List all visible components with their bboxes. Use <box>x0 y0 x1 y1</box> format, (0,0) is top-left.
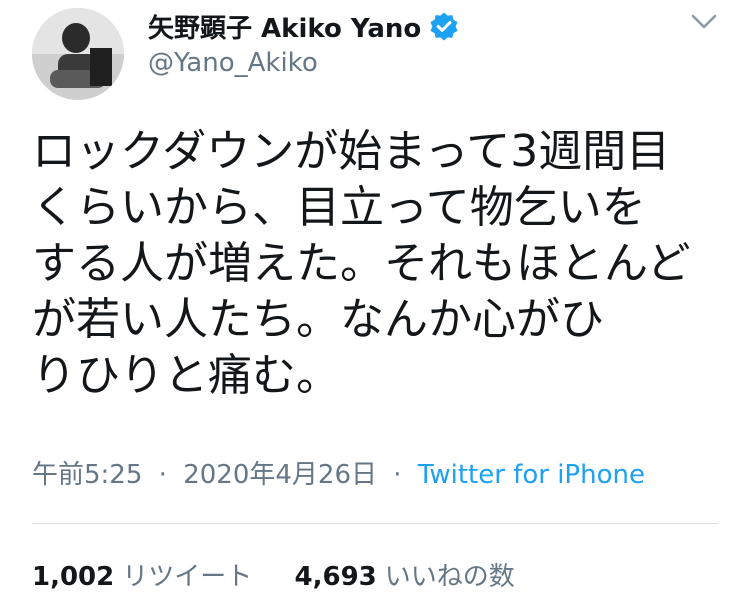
avatar[interactable] <box>32 8 124 100</box>
likes-stat[interactable]: 4,693 いいねの数 <box>295 556 515 593</box>
user-handle[interactable]: @Yano_Akiko <box>148 48 318 78</box>
display-name[interactable]: 矢野顕子 Akiko Yano <box>148 8 421 45</box>
retweets-count: 1,002 <box>32 562 115 592</box>
retweets-label: リツイート <box>122 562 253 592</box>
likes-label: いいねの数 <box>384 562 515 592</box>
tweet-time[interactable]: 午前5:25 <box>32 460 142 490</box>
retweets-stat[interactable]: 1,002 リツイート <box>32 556 252 593</box>
avatar-photo <box>32 8 124 100</box>
chevron-down-icon[interactable] <box>690 12 718 32</box>
tweet-date[interactable]: 2020年4月26日 <box>183 460 377 490</box>
verified-badge-icon <box>430 12 458 41</box>
meta-separator: · <box>158 460 167 490</box>
tweet-text: ロックダウンが始まって3週間目 くらいから、目立って物乞いを する人が増えた。そ… <box>32 126 691 401</box>
likes-count: 4,693 <box>294 562 377 592</box>
tweet-source-link[interactable]: Twitter for iPhone <box>418 460 645 490</box>
divider <box>32 523 718 524</box>
tweet-stats: 1,002 リツイート 4,693 いいねの数 <box>32 556 549 593</box>
tweet-meta: 午前5:25 · 2020年4月26日 · Twitter for iPhone <box>32 454 645 491</box>
meta-separator: · <box>393 460 402 490</box>
author-name-row[interactable]: 矢野顕子 Akiko Yano <box>148 6 459 46</box>
